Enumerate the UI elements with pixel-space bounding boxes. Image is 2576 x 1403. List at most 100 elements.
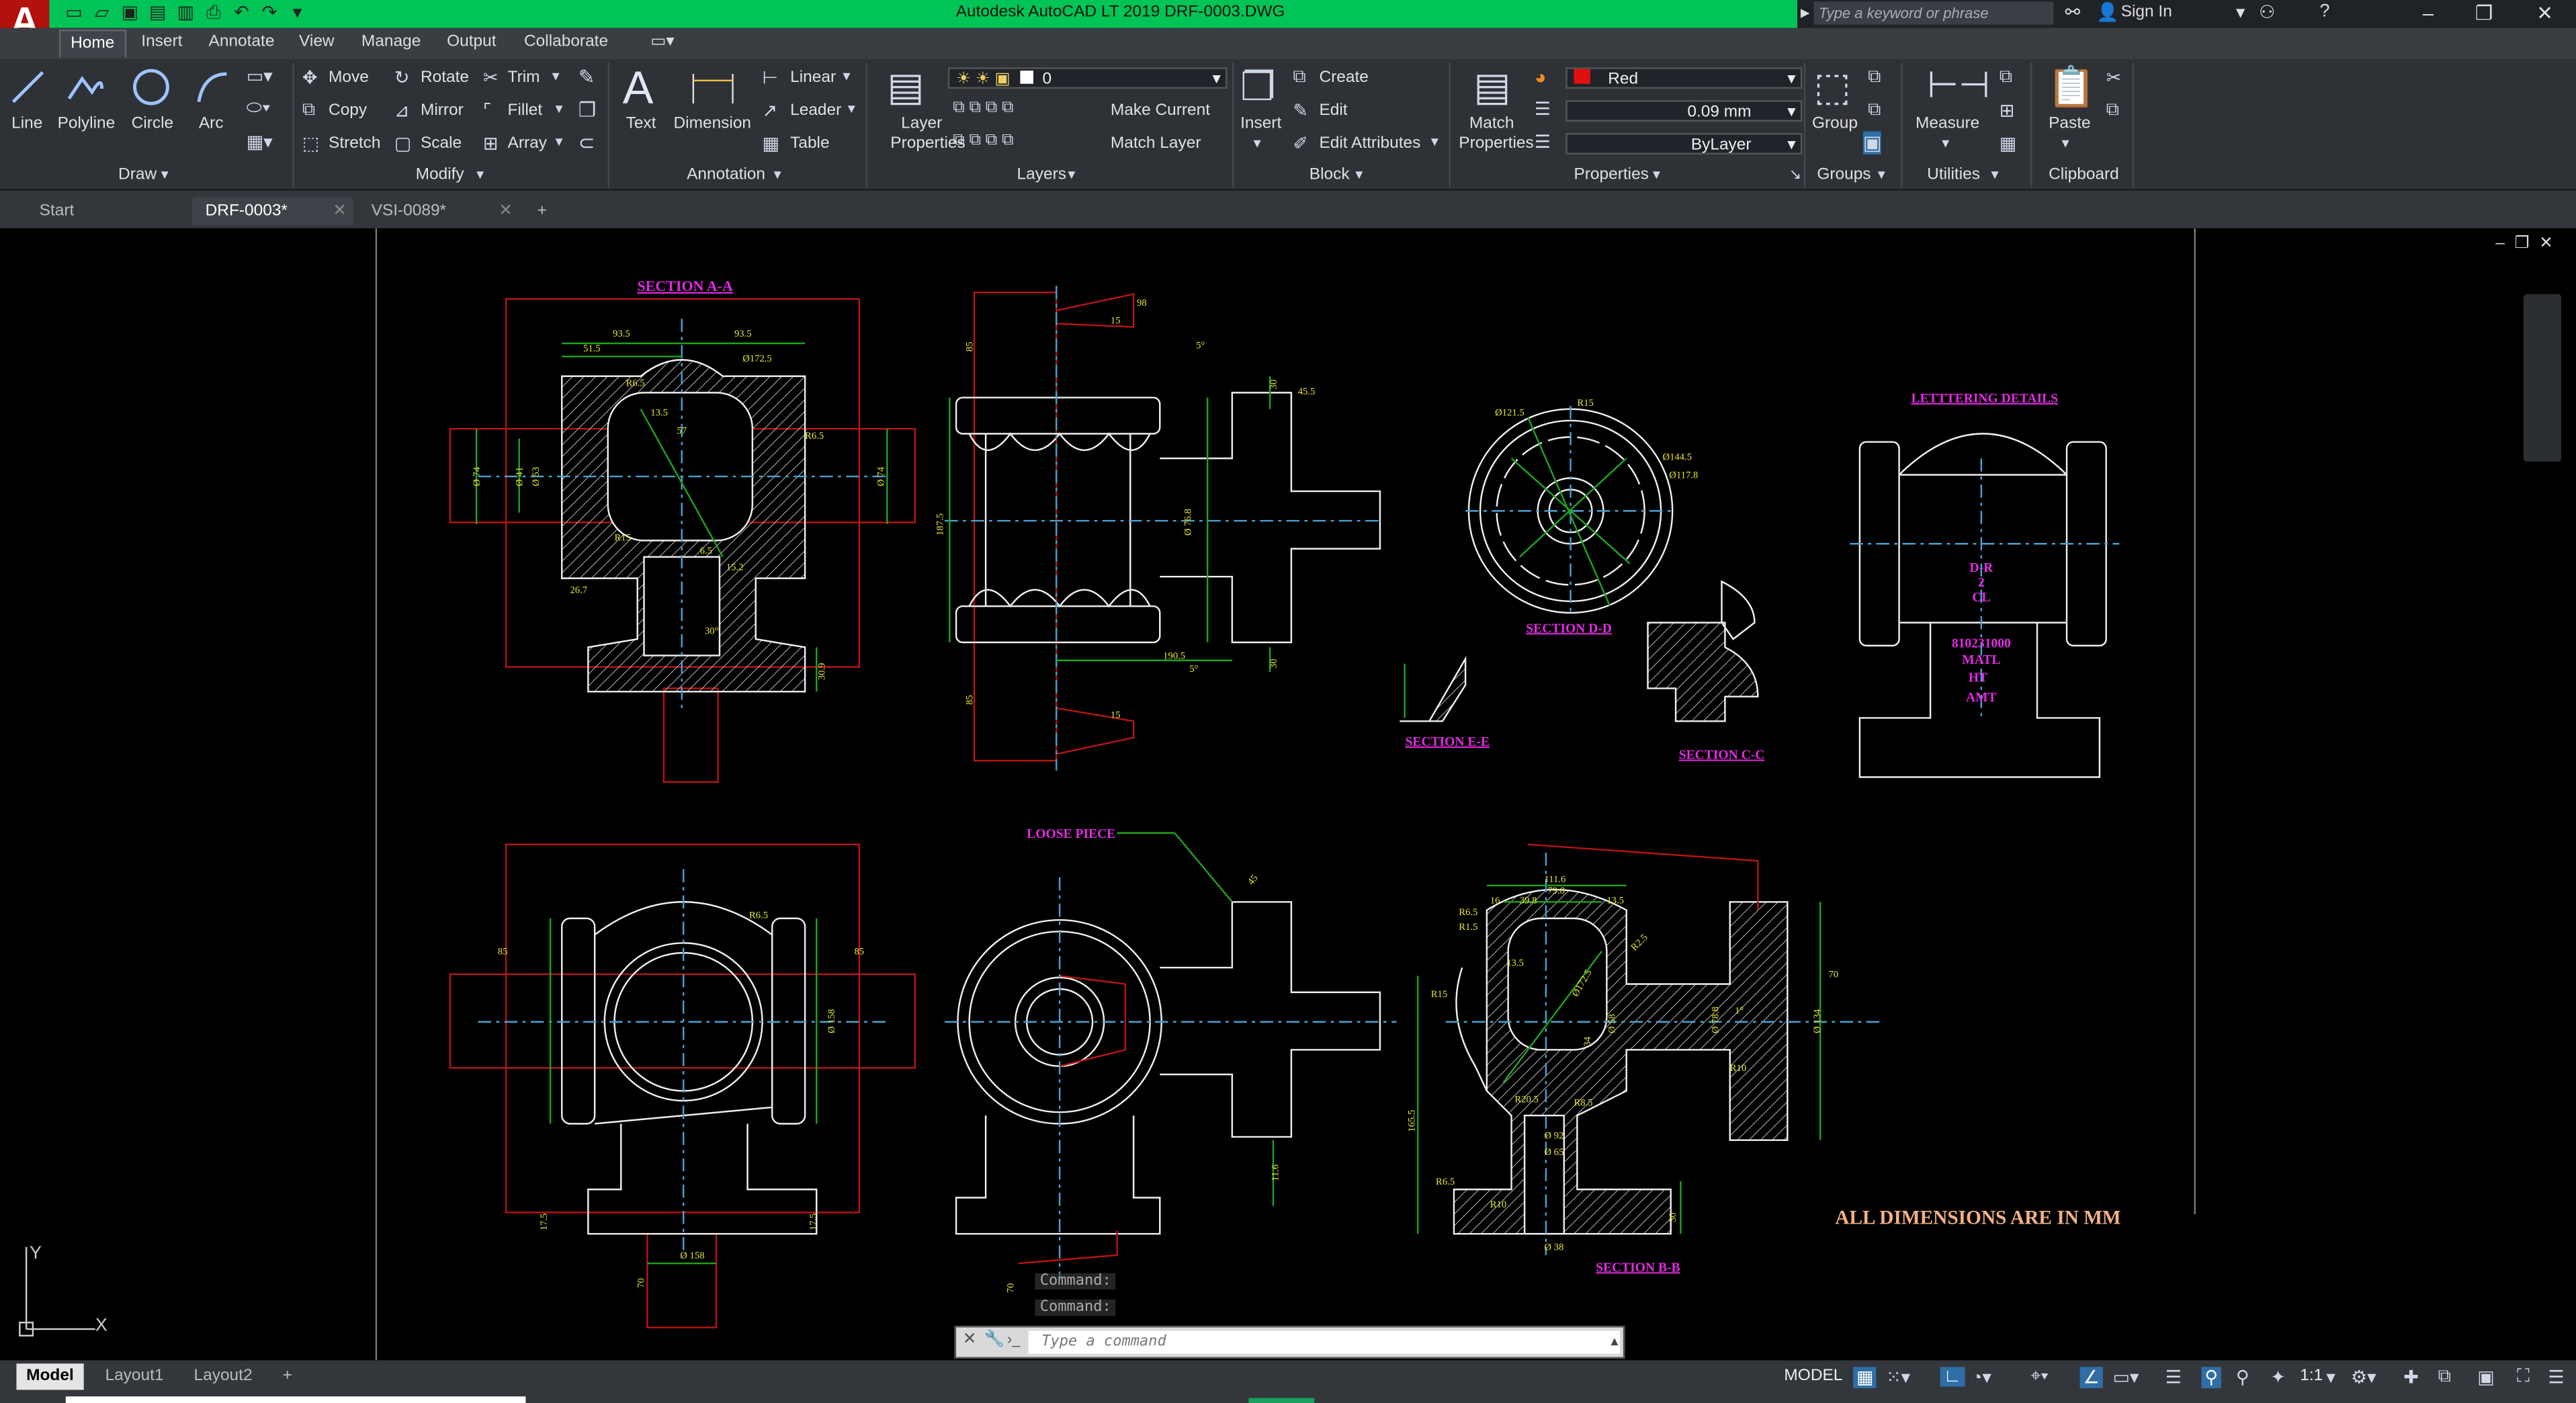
measure-dropdown-icon[interactable]: ▾ [1942, 134, 1949, 153]
plot-icon[interactable]: ▥ [174, 1, 197, 24]
scale-dropdown-icon[interactable]: ▾ [2326, 1367, 2335, 1388]
tab-annotate[interactable]: Annotate [209, 33, 275, 51]
sign-in-link[interactable]: Sign In [2121, 3, 2172, 22]
layers-panel-label[interactable]: Layers [1017, 166, 1066, 184]
tab-home[interactable]: Home [59, 30, 126, 58]
model-space-toggle[interactable]: MODEL [1784, 1367, 1842, 1385]
sign-in-dropdown-icon[interactable]: ▾ [2236, 1, 2245, 23]
polar-icon[interactable]: ◔▾ [1971, 1367, 1991, 1388]
minimize-button[interactable]: – [2400, 0, 2456, 28]
annotation-visibility-icon[interactable]: ⚲ [2201, 1367, 2221, 1388]
edit-button[interactable]: Edit [1319, 102, 1347, 120]
create-button[interactable]: Create [1319, 69, 1368, 87]
line-button[interactable]: Line [11, 115, 42, 133]
fillet-button[interactable]: Fillet [508, 102, 543, 120]
new-tab-button[interactable]: + [529, 197, 562, 225]
tab-collaborate[interactable]: Collaborate [524, 33, 608, 51]
close-tab-icon[interactable]: ✕ [499, 197, 513, 225]
layout-tab-layout1[interactable]: Layout1 [95, 1363, 173, 1390]
add-layout-button[interactable]: + [273, 1363, 302, 1390]
search-input[interactable]: Type a keyword or phrase [1813, 1, 2054, 25]
new-file-icon[interactable]: ▭ [62, 1, 85, 24]
customize-qat-icon[interactable]: ▾ [286, 1, 308, 24]
table-button[interactable]: Table [790, 134, 829, 153]
fullscreen-icon[interactable]: ⛶ [2517, 1367, 2530, 1388]
utilities-expand-icon[interactable]: ▾ [1991, 166, 1999, 184]
properties-panel-label[interactable]: Properties [1574, 166, 1648, 184]
snap-icon[interactable]: ⁙▾ [1886, 1367, 1910, 1388]
circle-button[interactable]: Circle [132, 115, 174, 133]
array-button[interactable]: Array [508, 134, 547, 153]
linear-button[interactable]: Linear [790, 69, 836, 87]
edit-attributes-button[interactable]: Edit Attributes [1319, 134, 1420, 153]
layer-tools-icons[interactable]: ⧉ ⧉ ⧉ ⧉ [953, 99, 1013, 117]
file-tab-start[interactable]: Start [26, 197, 187, 225]
annotation-expand-icon[interactable]: ▾ [774, 166, 781, 184]
auto-scale-icon[interactable]: ⚲ [2236, 1367, 2249, 1388]
layer-dropdown[interactable]: ☀ ☀ ▣ 0 ▾ [947, 67, 1228, 89]
trim-dropdown-icon[interactable]: ▾ [552, 67, 560, 85]
rotate-button[interactable]: Rotate [421, 69, 469, 87]
quick-select-icon[interactable]: ⧉ [2000, 67, 2012, 89]
groups-panel-label[interactable]: Groups [1817, 166, 1871, 184]
hatch-icon[interactable]: ▦▾ [247, 132, 273, 153]
leader-button[interactable]: Leader [790, 102, 841, 120]
close-tab-icon[interactable]: ✕ [333, 197, 347, 225]
save-icon[interactable]: ▣ [118, 1, 141, 24]
workspace-icon[interactable]: ✦ [2270, 1367, 2286, 1388]
modify-panel-label[interactable]: Modify [416, 166, 464, 184]
binoculars-icon[interactable]: ⚯ [2065, 1, 2081, 23]
lineweight-display-icon[interactable]: ☰ [2165, 1367, 2182, 1388]
fillet-dropdown-icon[interactable]: ▾ [555, 100, 562, 118]
properties-launcher-icon[interactable]: ↘ [1789, 166, 1801, 184]
ellipse-icon[interactable]: ⬭▾ [247, 99, 271, 120]
color-dropdown[interactable]: Red ▾ [1565, 67, 1803, 89]
ribbon-options-icon[interactable]: ▭▾ [650, 33, 674, 51]
draw-expand-icon[interactable]: ▾ [161, 166, 169, 184]
explode-icon[interactable]: ❐ [578, 99, 596, 122]
print-icon[interactable]: ⎙ [202, 1, 225, 24]
command-input[interactable]: Type a command [1028, 1330, 1620, 1354]
annotation-scale-value[interactable]: 1:1 [2300, 1367, 2323, 1385]
match-layer-button[interactable]: Match Layer [1111, 134, 1201, 153]
drawing-canvas[interactable]: –❐✕ SECTION A-A 93.5 93.5 51.5 Ø172.5 R6… [0, 228, 2576, 1361]
select-all-icon[interactable]: ⊞ [2000, 100, 2015, 122]
a360-icon[interactable]: ⚇ [2259, 1, 2275, 23]
grid-icon[interactable]: ▦ [1853, 1367, 1877, 1388]
clipboard-panel-label[interactable]: Clipboard [2049, 166, 2119, 184]
osnap-icon[interactable]: ⌖▾ [2030, 1367, 2048, 1388]
layout-tab-layout2[interactable]: Layout2 [184, 1363, 262, 1390]
isolate-icon[interactable]: ⧉ [2438, 1367, 2451, 1388]
text-button[interactable]: Text [626, 115, 656, 133]
layer-tools2-icons[interactable]: ⧉ ⧉ ⧉ ⧉ [953, 132, 1013, 150]
leader-dropdown-icon[interactable]: ▾ [848, 100, 855, 118]
lineweight-dropdown[interactable]: 0.09 mm ▾ [1565, 100, 1803, 122]
scale-button[interactable]: Scale [421, 134, 462, 153]
stretch-button[interactable]: Stretch [329, 134, 380, 153]
draw-panel-label[interactable]: Draw [118, 166, 157, 184]
tab-view[interactable]: View [299, 33, 335, 51]
paste-button[interactable]: Paste [2049, 115, 2091, 133]
linear-dropdown-icon[interactable]: ▾ [843, 67, 850, 85]
help-icon[interactable]: ? [2320, 1, 2330, 21]
dimension-button[interactable]: Dimension [674, 115, 752, 133]
measure-button[interactable]: Measure [1916, 115, 1979, 133]
dynamic-ucs-icon[interactable]: ▭▾ [2112, 1367, 2139, 1388]
expand-arrow-icon[interactable]: ▸ [1801, 1, 1810, 23]
block-panel-label[interactable]: Block [1310, 166, 1350, 184]
groups-expand-icon[interactable]: ▾ [1878, 166, 1885, 184]
insert-dropdown-icon[interactable]: ▾ [1254, 134, 1261, 153]
copy-button[interactable]: Copy [329, 102, 367, 120]
redo-icon[interactable]: ↷ [258, 1, 281, 24]
properties-expand-icon[interactable]: ▾ [1653, 166, 1660, 184]
calculator-icon[interactable]: ▦ [2000, 133, 2016, 154]
ungroup-icon[interactable]: ⧉ [1868, 67, 1881, 89]
ortho-icon[interactable]: ∟ [1940, 1367, 1965, 1387]
chevron-up-icon[interactable]: ▴ [1611, 1332, 1618, 1351]
block-expand-icon[interactable]: ▾ [1355, 166, 1363, 184]
tab-output[interactable]: Output [447, 33, 496, 51]
plus-icon[interactable]: ✚ [2403, 1367, 2419, 1388]
mirror-button[interactable]: Mirror [421, 102, 464, 120]
restore-button[interactable]: ❐ [2456, 0, 2512, 28]
settings-gear-icon[interactable]: ⚙▾ [2351, 1367, 2376, 1388]
